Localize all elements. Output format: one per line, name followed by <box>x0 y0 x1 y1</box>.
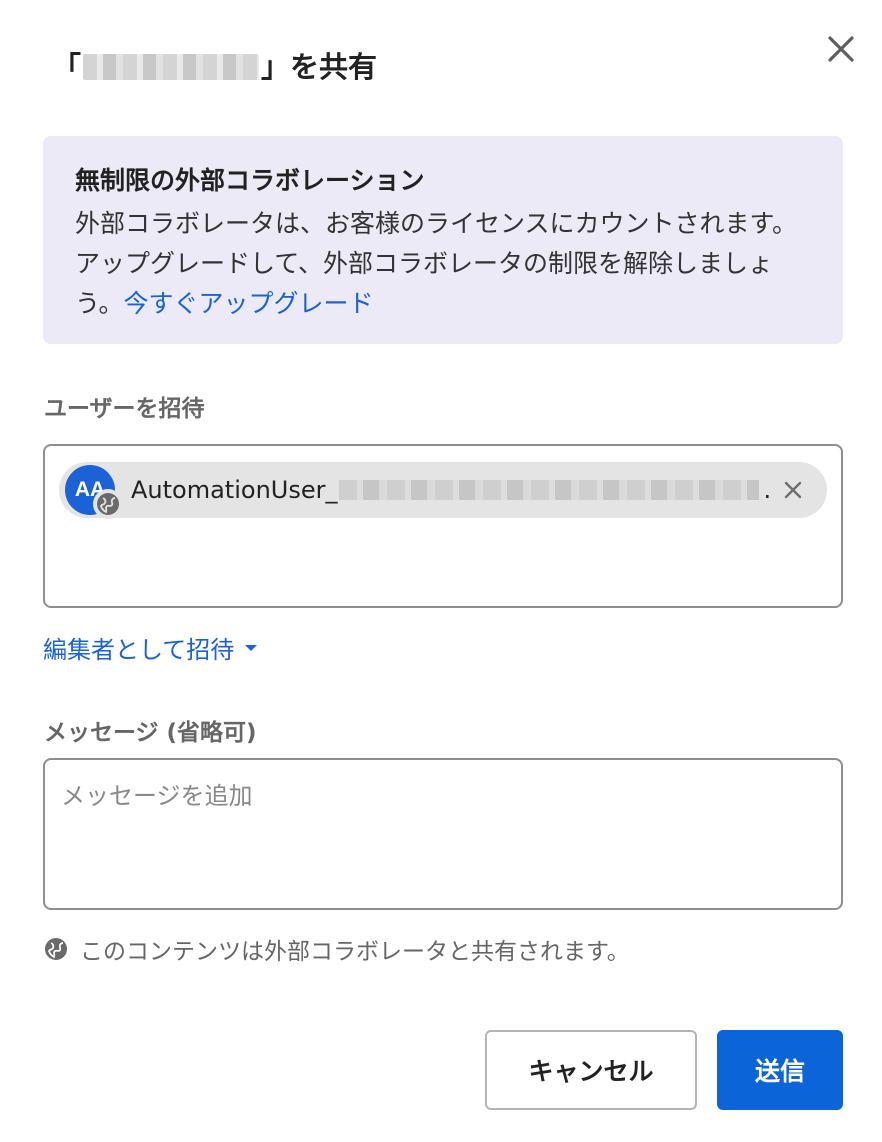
title-prefix: 「 <box>52 50 82 84</box>
chip-label: AutomationUser_ . <box>131 474 771 506</box>
title-suffix: 」を共有 <box>261 50 378 84</box>
close-icon <box>828 36 854 62</box>
globe-icon <box>44 937 68 961</box>
banner-body: 外部コラボレータは、お客様のライセンスにカウントされます。アップグレードして、外… <box>75 204 811 324</box>
message-input[interactable] <box>43 758 843 910</box>
upgrade-banner: 無制限の外部コラボレーション 外部コラボレータは、お客様のライセンスにカウントさ… <box>43 136 843 344</box>
redacted-email <box>339 480 760 500</box>
caret-down-icon <box>245 644 258 651</box>
external-note-text: このコンテンツは外部コラボレータと共有されます。 <box>80 939 630 965</box>
invite-role-dropdown[interactable]: 編集者として招待 <box>43 630 258 665</box>
external-badge <box>93 489 123 519</box>
upgrade-link[interactable]: 今すぐアップグレード <box>124 289 374 318</box>
chip-ellipsis: . <box>763 476 772 504</box>
invite-users-label: ユーザーを招待 <box>44 396 205 422</box>
send-button[interactable]: 送信 <box>717 1030 843 1110</box>
dialog-title: 「 」を共有 <box>52 44 377 90</box>
cancel-button[interactable]: キャンセル <box>485 1030 697 1110</box>
banner-title: 無制限の外部コラボレーション <box>75 166 425 195</box>
share-dialog: 「 」を共有 無制限の外部コラボレーション 外部コラボレータは、お客様のライセン… <box>0 0 882 1142</box>
globe-icon <box>97 493 119 515</box>
remove-user-button[interactable] <box>775 472 811 508</box>
invite-role-label: 編集者として招待 <box>43 636 235 664</box>
invite-users-field[interactable]: AA AutomationUser_ . <box>43 444 843 608</box>
message-label: メッセージ (省略可) <box>44 720 257 746</box>
user-chip: AA AutomationUser_ . <box>59 462 827 519</box>
close-icon <box>784 481 802 499</box>
external-share-note: このコンテンツは外部コラボレータと共有されます。 <box>44 932 630 966</box>
chip-username: AutomationUser_ <box>131 476 338 504</box>
redacted-item-name <box>83 54 260 80</box>
close-button[interactable] <box>820 28 862 70</box>
